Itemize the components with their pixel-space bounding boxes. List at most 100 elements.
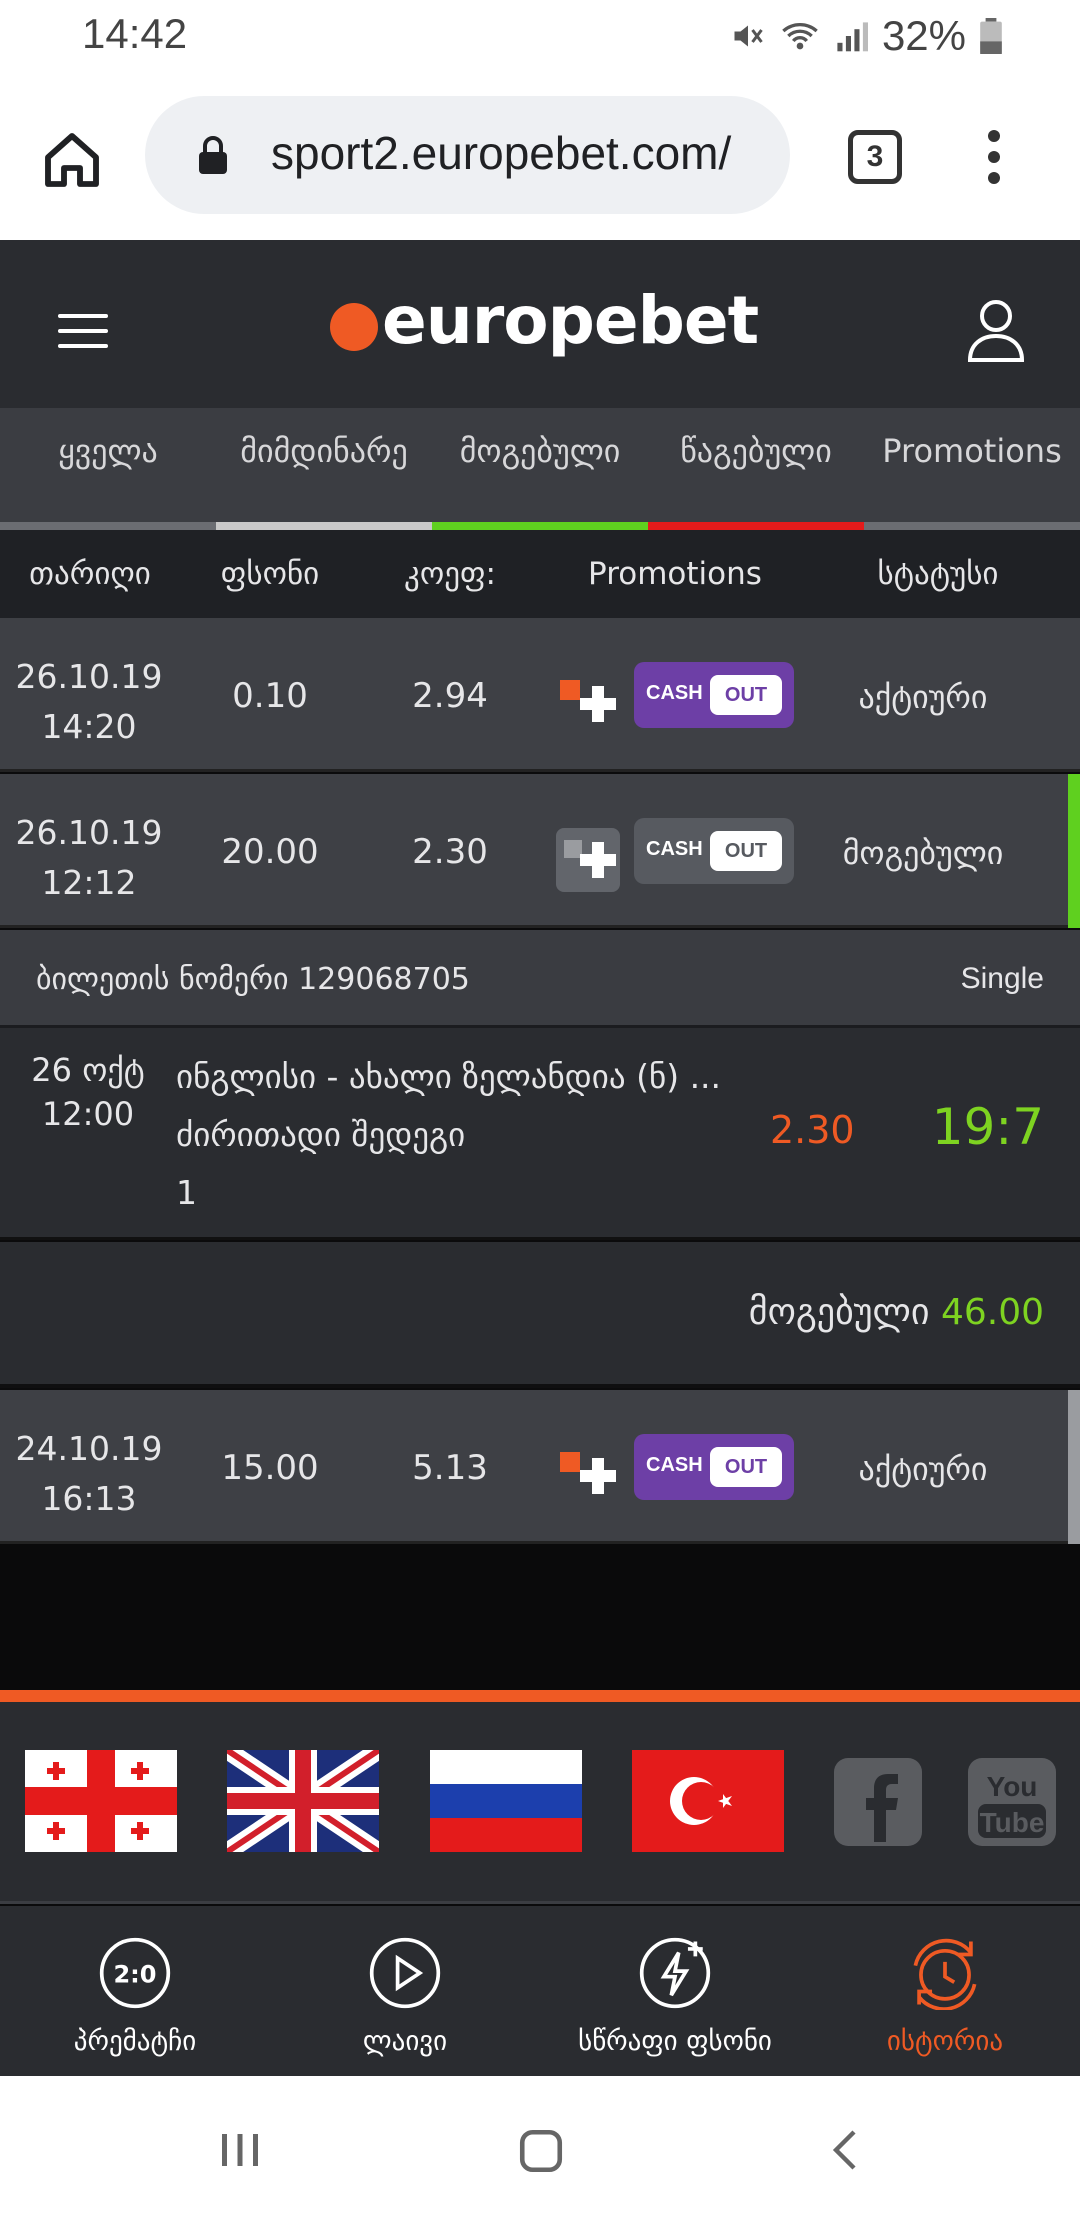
event-odds: 2.30 [770, 1108, 855, 1152]
active-indicator [1068, 1390, 1080, 1544]
tab-label: წაგებული [680, 432, 832, 470]
nav-label: ისტორია [886, 2026, 1004, 2057]
bet-odds: 2.94 [412, 676, 488, 716]
nav-live[interactable]: ლაივი [270, 1906, 540, 2076]
uk-flag-icon[interactable] [227, 1750, 379, 1852]
recent-apps-icon[interactable] [216, 2126, 264, 2174]
bet-row[interactable]: 26.10.19 12:12 20.00 2.30 CASH OUT მოგებულ… [0, 774, 1080, 928]
mute-icon [734, 25, 763, 47]
bet-status: აქტიური [858, 678, 988, 716]
nav-label: სწრაფი ფსონი [578, 2026, 772, 2057]
tab-switcher-button[interactable]: 3 [848, 130, 902, 184]
url-text[interactable]: sport2.europebet.com/ [271, 126, 731, 180]
tab-label: მოგებული [459, 432, 621, 470]
bet-date: 26.10.19 [15, 813, 163, 852]
event-datetime: 26 ოქტ 12:00 [18, 1048, 158, 1136]
event-market: ძირითადი შედეგი [176, 1115, 466, 1154]
cashout-button[interactable]: CASH OUT [634, 1434, 794, 1500]
bet-stake: 15.00 [221, 1448, 319, 1488]
cashout-label: CASH [646, 1454, 703, 1476]
status-icons: 32% [730, 12, 1002, 60]
facebook-icon[interactable] [834, 1758, 922, 1846]
tab-in-progress[interactable]: მიმდინარე [216, 408, 432, 530]
bet-datetime: 24.10.19 16:13 [0, 1424, 178, 1524]
tab-indicator [0, 522, 216, 530]
header-status: სტატუსი [877, 556, 999, 592]
bet-datetime: 26.10.19 12:12 [0, 808, 178, 908]
event-time: 12:00 [41, 1095, 135, 1133]
bet-row[interactable]: 24.10.19 16:13 15.00 5.13 CASH OUT აქტიური [0, 1390, 1080, 1544]
header-date: თარიღი [29, 556, 151, 592]
empty-space [0, 1544, 1080, 1692]
cashout-button[interactable]: CASH OUT [634, 662, 794, 728]
address-bar[interactable]: sport2.europebet.com/ [145, 96, 790, 214]
bet-time: 12:12 [41, 863, 137, 902]
ticket-result: მოგებული 46.00 [0, 1242, 1080, 1388]
bet-filter-tabs: ყველა მიმდინარე მოგებული წაგებული Promot… [0, 408, 1080, 530]
status-time: 14:42 [82, 10, 188, 57]
bet-stake: 0.10 [232, 676, 308, 716]
bet-datetime: 26.10.19 14:20 [0, 652, 178, 752]
nav-history[interactable]: ისტორია [810, 1906, 1080, 2076]
svg-text:You: You [987, 1771, 1038, 1802]
tab-lost[interactable]: წაგებული [648, 408, 864, 530]
nav-quick-bet[interactable]: სწრაფი ფსონი [540, 1906, 810, 2076]
bet-time: 14:20 [41, 707, 137, 746]
tab-indicator [216, 522, 432, 530]
home-button-icon[interactable] [516, 2126, 566, 2176]
back-icon[interactable] [822, 2126, 870, 2174]
event-name: ინგლისი - ახალი ზელანდია (ნ) ... [176, 1057, 722, 1096]
youtube-icon[interactable]: You Tube [968, 1758, 1056, 1846]
bet-stake: 20.00 [221, 832, 319, 872]
tab-indicator [864, 522, 1080, 530]
event-date: 26 ოქტ [31, 1051, 145, 1089]
signal-icon [837, 22, 868, 52]
ticket-event: 26 ოქტ 12:00 ინგლისი - ახალი ზელანდია (ნ)… [0, 1028, 1080, 1240]
cashout-out-label: OUT [710, 831, 782, 871]
site-footer: You Tube [0, 1702, 1080, 1904]
europebet-logo[interactable]: europebet [330, 282, 759, 359]
turkey-flag-icon[interactable] [632, 1750, 784, 1852]
bet-status: აქტიური [858, 1450, 988, 1488]
result-amount: 46.00 [940, 1292, 1044, 1333]
tab-label: მიმდინარე [240, 432, 408, 470]
russia-flag-icon[interactable] [430, 1750, 582, 1852]
cashout-out-label: OUT [710, 1447, 782, 1487]
site-header: europebet [0, 240, 1080, 408]
bottom-navigation: 2:0 პრემატჩი ლაივი სწრაფი ფსონი ისტორია [0, 1906, 1080, 2076]
user-account-icon[interactable] [966, 298, 1026, 364]
play-icon [369, 1937, 441, 2009]
ticket-header: ბილეთის ნომერი 129068705 Single [0, 930, 1080, 1028]
hamburger-menu-icon[interactable] [58, 314, 108, 359]
battery-icon [980, 18, 1002, 54]
cashout-out-label: OUT [710, 675, 782, 715]
bet-row[interactable]: 26.10.19 14:20 0.10 2.94 CASH OUT აქტიური [0, 618, 1080, 772]
bet-odds: 5.13 [412, 1448, 488, 1488]
score-icon: 2:0 [99, 1937, 171, 2009]
tab-promotions[interactable]: Promotions [864, 408, 1080, 530]
header-odds: კოეფ: [404, 556, 496, 592]
svg-text:Tube: Tube [980, 1807, 1045, 1838]
bet-date: 26.10.19 [15, 657, 163, 696]
battery-percent: 32% [881, 12, 966, 59]
browser-menu-icon[interactable] [988, 130, 1002, 193]
tab-indicator [648, 522, 864, 530]
tab-all[interactable]: ყველა [0, 408, 216, 530]
cashout-button[interactable]: CASH OUT [634, 818, 794, 884]
bet-status: მოგებული [842, 834, 1004, 872]
home-icon[interactable] [40, 128, 104, 192]
footer-divider [0, 1690, 1080, 1702]
header-promotions: Promotions [588, 556, 762, 592]
wifi-icon [782, 23, 818, 50]
promo-plus-icon [560, 680, 616, 722]
system-navigation-bar [0, 2076, 1080, 2220]
tab-won[interactable]: მოგებული [432, 408, 648, 530]
nav-prematch[interactable]: 2:0 პრემატჩი [0, 1906, 270, 2076]
event-details: ინგლისი - ახალი ზელანდია (ნ) ... ძირითად… [176, 1048, 721, 1222]
ticket-type: Single [960, 962, 1044, 995]
browser-toolbar: sport2.europebet.com/ 3 [0, 78, 1080, 240]
bets-table-header: თარიღი ფსონი კოეფ: Promotions სტატუსი [0, 530, 1080, 618]
nav-label: ლაივი [362, 2026, 448, 2057]
tab-label: ყველა [58, 432, 158, 470]
georgia-flag-icon[interactable] [25, 1750, 177, 1852]
